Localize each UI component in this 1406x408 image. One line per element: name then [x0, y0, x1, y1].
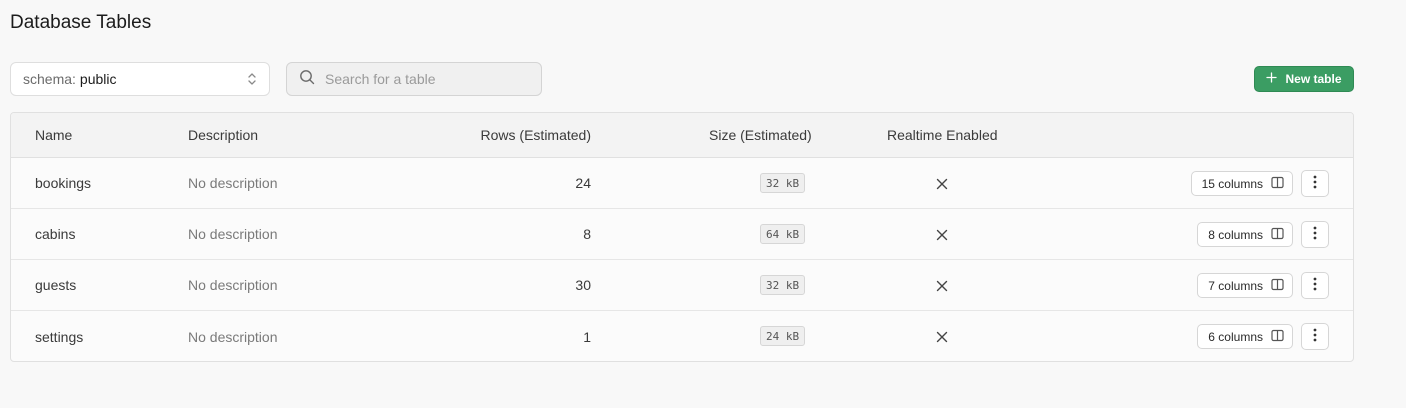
- more-options-button[interactable]: [1301, 221, 1329, 248]
- columns-button[interactable]: 8 columns: [1197, 222, 1293, 247]
- row-name: settings: [35, 328, 84, 345]
- more-vertical-icon: [1313, 226, 1317, 243]
- header-size: Size (Estimated): [709, 127, 812, 143]
- columns-icon: [1271, 176, 1284, 192]
- columns-icon: [1271, 329, 1284, 345]
- row-rows: 8: [583, 226, 591, 242]
- row-description: No description: [188, 328, 278, 345]
- schema-select-value: public: [79, 71, 117, 87]
- header-rows: Rows (Estimated): [480, 127, 591, 143]
- header-realtime: Realtime Enabled: [887, 127, 998, 143]
- row-rows: 30: [575, 277, 591, 293]
- table-row[interactable]: bookings No description 24 32 kB 15 colu…: [11, 158, 1353, 209]
- columns-button[interactable]: 7 columns: [1197, 273, 1293, 298]
- table-row[interactable]: guests No description 30 32 kB 7 columns: [11, 260, 1353, 311]
- search-box: [286, 62, 542, 96]
- row-name: guests: [35, 277, 77, 293]
- row-size-badge: 24 kB: [760, 326, 806, 346]
- more-vertical-icon: [1313, 277, 1317, 294]
- more-options-button[interactable]: [1301, 323, 1329, 350]
- row-size-badge: 32 kB: [760, 275, 806, 295]
- header-description: Description: [188, 127, 259, 143]
- columns-button[interactable]: 15 columns: [1190, 171, 1293, 196]
- row-name: bookings: [35, 175, 92, 191]
- row-description: No description: [188, 175, 278, 191]
- row-rows: 1: [583, 328, 591, 345]
- x-icon: [936, 228, 948, 241]
- table-row[interactable]: cabins No description 8 64 kB 8 columns: [11, 209, 1353, 260]
- x-icon: [936, 279, 948, 292]
- row-description: No description: [188, 226, 278, 242]
- x-icon: [936, 330, 948, 343]
- schema-select[interactable]: schema: public: [10, 62, 270, 96]
- more-options-button[interactable]: [1301, 272, 1329, 299]
- page-title: Database Tables: [10, 12, 152, 33]
- columns-label: 6 columns: [1208, 329, 1263, 344]
- new-table-label: New table: [1285, 72, 1342, 86]
- tables-table: Name Description Rows (Estimated) Size (…: [10, 112, 1354, 362]
- x-icon: [936, 177, 948, 190]
- more-vertical-icon: [1313, 328, 1317, 345]
- search-input[interactable]: [325, 71, 525, 87]
- columns-label: 15 columns: [1201, 176, 1263, 191]
- header-name: Name: [35, 127, 73, 143]
- schema-select-prefix: schema:: [23, 71, 76, 87]
- columns-icon: [1271, 227, 1284, 243]
- plus-icon: [1266, 72, 1278, 86]
- search-icon: [299, 69, 315, 90]
- columns-button[interactable]: 6 columns: [1197, 324, 1293, 349]
- chevron-up-down-icon: [247, 72, 257, 86]
- new-table-button[interactable]: New table: [1254, 66, 1354, 92]
- table-row[interactable]: settings No description 1 24 kB 6 column…: [11, 311, 1353, 361]
- columns-label: 8 columns: [1208, 227, 1263, 242]
- columns-icon: [1271, 278, 1284, 294]
- more-options-button[interactable]: [1301, 170, 1329, 197]
- row-size-badge: 64 kB: [760, 224, 806, 244]
- more-vertical-icon: [1313, 175, 1317, 192]
- row-description: No description: [188, 277, 278, 293]
- row-rows: 24: [575, 175, 591, 191]
- row-size-badge: 32 kB: [760, 173, 806, 193]
- columns-label: 7 columns: [1208, 278, 1263, 293]
- table-header: Name Description Rows (Estimated) Size (…: [11, 113, 1353, 158]
- row-name: cabins: [35, 226, 76, 242]
